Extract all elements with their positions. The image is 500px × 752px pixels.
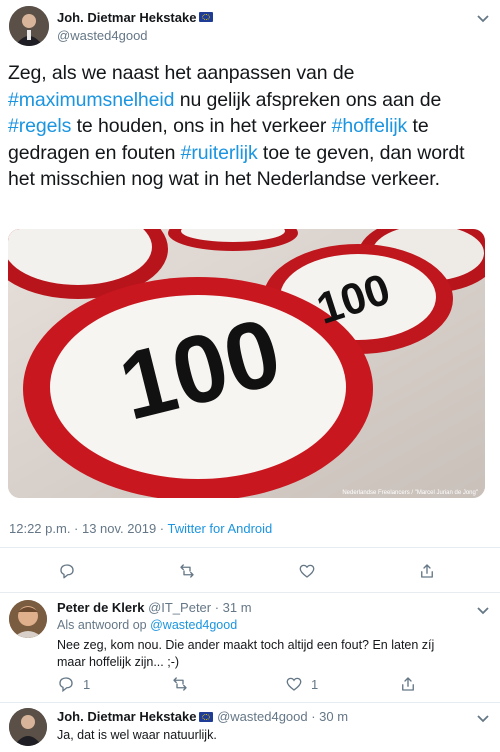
reply-author-name[interactable]: Peter de Klerk: [57, 600, 144, 615]
reply2-author-avatar[interactable]: [9, 708, 47, 746]
retweet-icon: [173, 677, 187, 691]
reply-to-label: Als antwoord op: [57, 618, 151, 632]
reply-author-handle[interactable]: @IT_Peter: [148, 600, 211, 615]
tweet-text-part: Zeg, als we naast het aanpassen van de: [8, 62, 355, 84]
author-avatar[interactable]: [9, 6, 49, 46]
timestamp-text[interactable]: 12:22 p.m. · 13 nov. 2019 ·: [9, 521, 168, 536]
tweet-text: Zeg, als we naast het aanpassen van de #…: [8, 60, 494, 193]
divider: [0, 592, 500, 593]
eu-flag-icon: [199, 11, 214, 22]
image-credit: Nederlandse Freelancers / "Marcel Jurian…: [342, 490, 478, 496]
reply-count: 1: [83, 676, 91, 692]
author-handle[interactable]: @wasted4good: [57, 28, 148, 43]
reply-button[interactable]: [56, 560, 78, 582]
reply-author-avatar[interactable]: [9, 600, 47, 638]
reply2-time[interactable]: · 30 m: [308, 709, 348, 724]
reply-reply-button[interactable]: 1: [57, 675, 90, 693]
chevron-down-icon[interactable]: [475, 10, 491, 26]
heart-icon: [286, 677, 302, 691]
tweet-image[interactable]: 100 100 Nederlandse Freelancers / "Marce…: [8, 229, 485, 498]
retweet-icon: [180, 564, 194, 578]
divider: [0, 702, 500, 703]
like-button[interactable]: [296, 560, 318, 582]
share-button[interactable]: [416, 560, 438, 582]
reply-like-button[interactable]: 1: [285, 675, 318, 693]
reply-to-handle[interactable]: @wasted4good: [150, 618, 237, 632]
reply-share-button[interactable]: [399, 675, 417, 698]
reply-text: Nee zeg, kom nou. Die ander maakt toch a…: [57, 638, 435, 669]
reply-context: Als antwoord op @wasted4good: [57, 618, 237, 632]
reply2-text: Ja, dat is wel waar natuurlijk.: [57, 728, 217, 742]
share-icon: [421, 564, 433, 578]
chevron-down-icon[interactable]: [475, 602, 491, 618]
hashtag-maximumsnelheid[interactable]: #maximumsnelheid: [8, 89, 174, 111]
tweet-text-part: nu gelijk afspreken ons aan de: [174, 88, 442, 111]
hashtag-hoffelijk[interactable]: #hoffelijk: [332, 115, 408, 137]
chat-bubble-icon: [59, 677, 73, 693]
reply-retweet-button[interactable]: [171, 675, 189, 698]
hashtag-regels[interactable]: #regels: [8, 115, 71, 137]
source-link[interactable]: Twitter for Android: [168, 521, 273, 536]
share-icon: [402, 677, 414, 691]
hashtag-ruiterlijk[interactable]: #ruiterlijk: [181, 142, 258, 164]
chat-bubble-icon: [60, 564, 74, 579]
tweet-timestamp: 12:22 p.m. · 13 nov. 2019 · Twitter for …: [9, 521, 272, 536]
divider: [0, 547, 500, 548]
like-count: 1: [311, 676, 319, 692]
eu-flag-icon: [199, 711, 214, 722]
reply2-author-handle[interactable]: @wasted4good: [217, 709, 308, 724]
reply2-author-name[interactable]: Joh. Dietmar Hekstake: [57, 709, 196, 724]
chevron-down-icon[interactable]: [475, 710, 491, 726]
author-name[interactable]: Joh. Dietmar Hekstake: [57, 10, 196, 25]
retweet-button[interactable]: [176, 560, 198, 582]
tweet-text-part: te houden, ons in het verkeer: [71, 115, 332, 137]
heart-icon: [299, 564, 315, 578]
reply-time[interactable]: · 31 m: [211, 600, 252, 615]
